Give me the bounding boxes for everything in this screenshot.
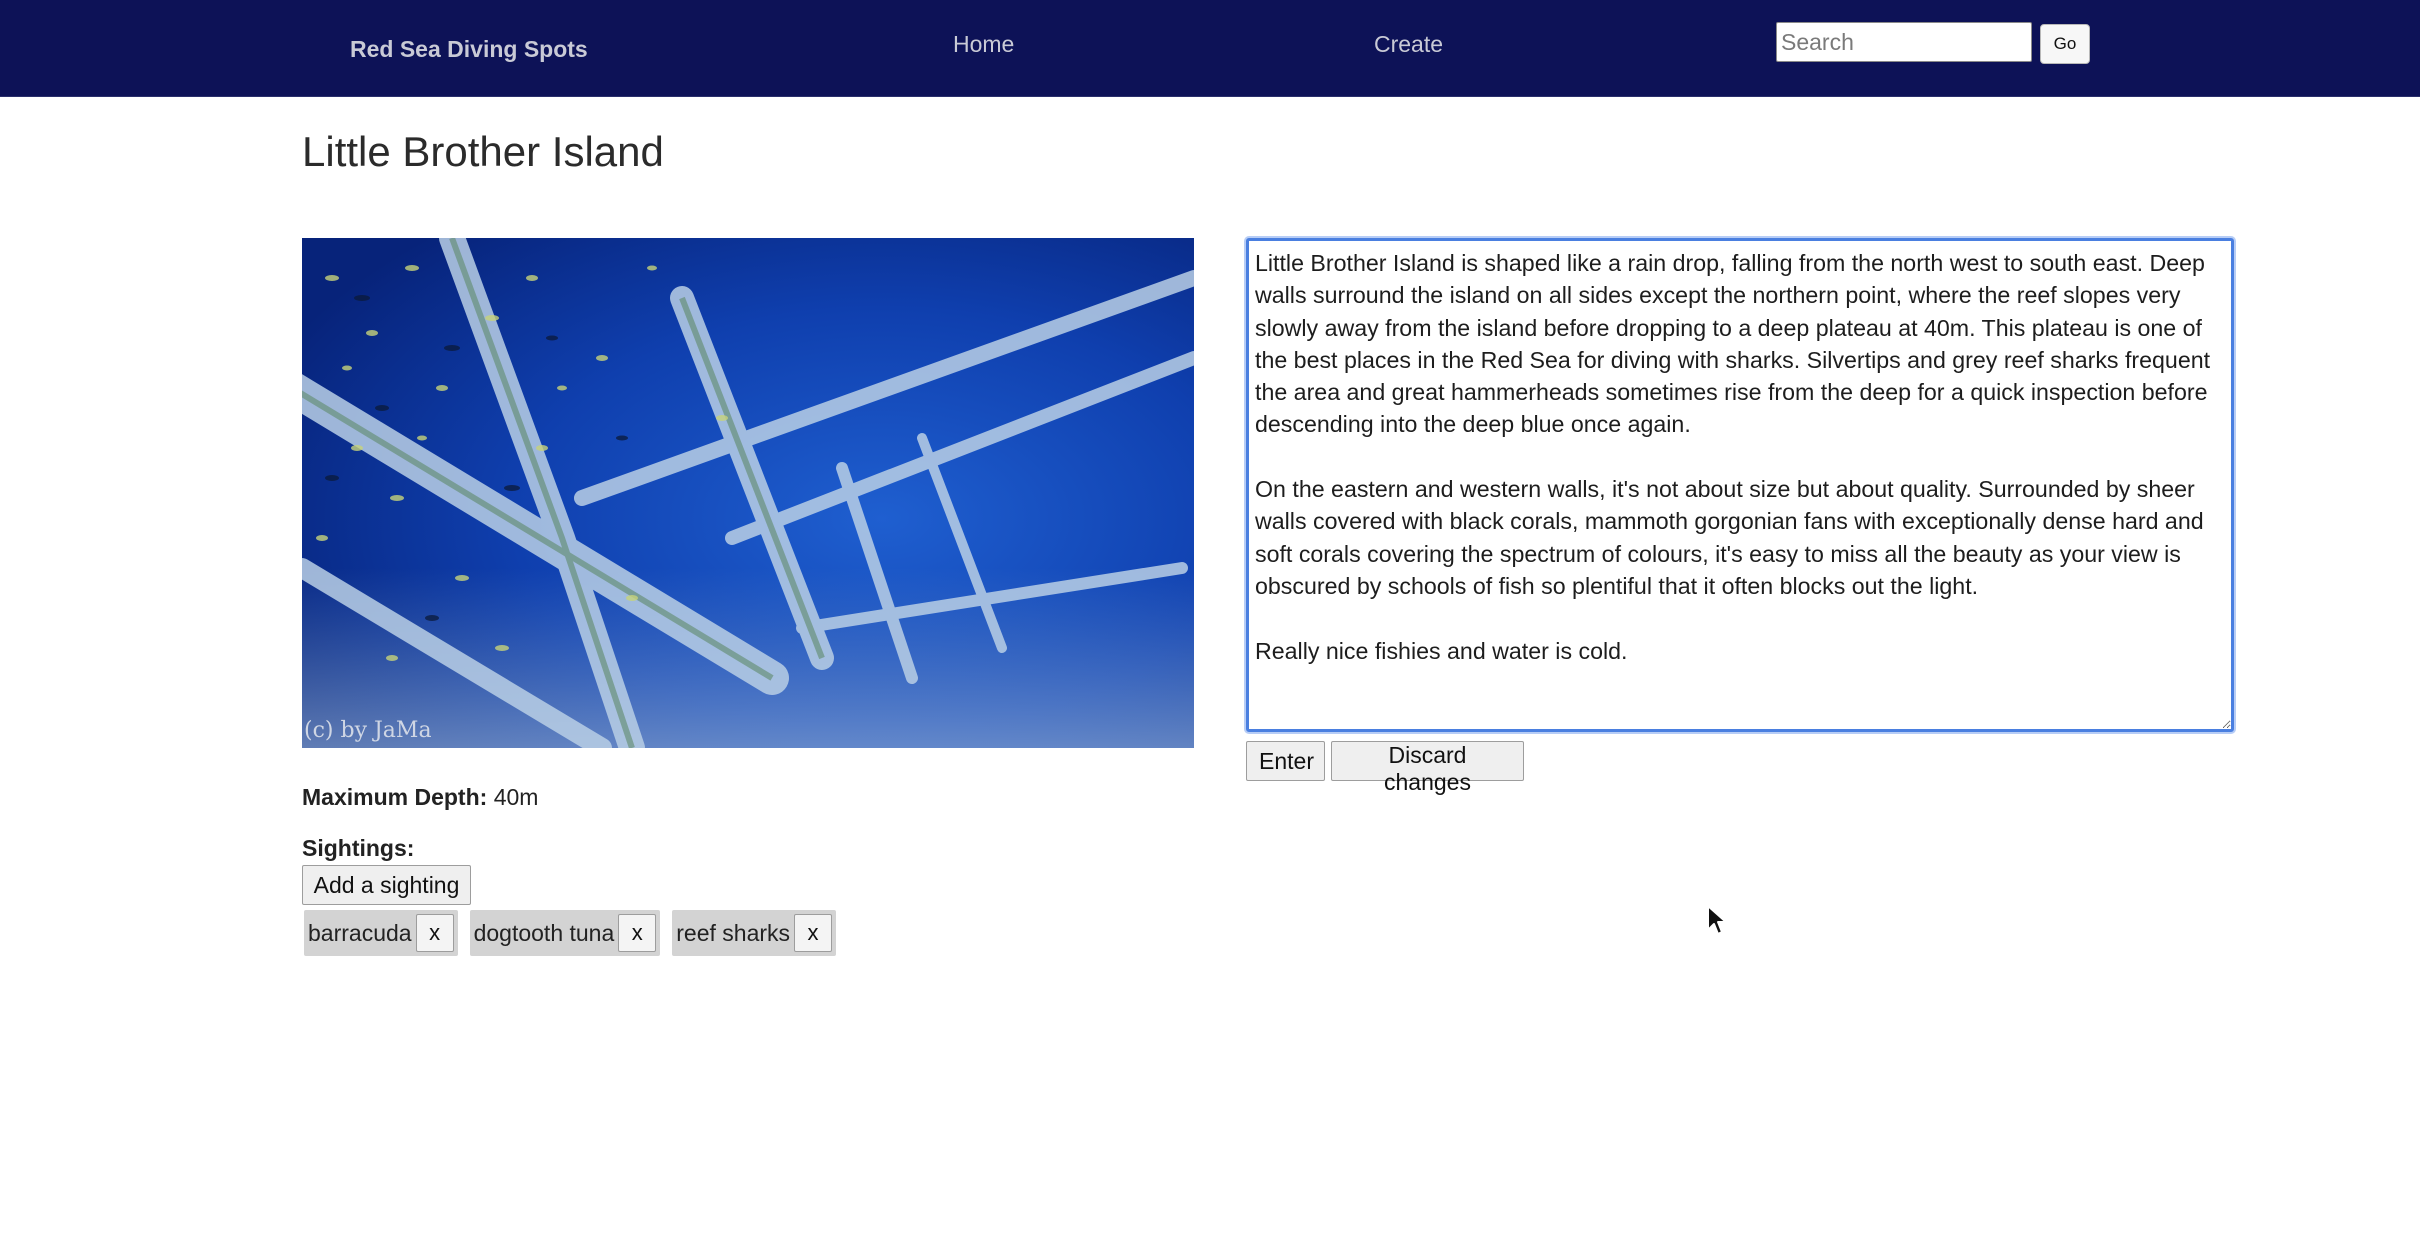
sighting-tag: dogtooth tuna x	[469, 910, 661, 956]
page-title: Little Brother Island	[302, 128, 664, 175]
enter-button[interactable]: Enter	[1246, 741, 1325, 781]
dive-site-photo	[302, 238, 1194, 748]
sighting-tag: reef sharks x	[672, 910, 837, 956]
go-button[interactable]: Go	[2040, 24, 2090, 64]
add-sighting-button[interactable]: Add a sighting	[302, 865, 471, 905]
description-textarea[interactable]: Little Brother Island is shaped like a r…	[1246, 238, 2234, 732]
remove-sighting-button[interactable]: x	[415, 914, 454, 952]
brand-title[interactable]: Red Sea Diving Spots	[350, 36, 588, 63]
sighting-name: dogtooth tuna	[473, 919, 615, 946]
nav-create-link[interactable]: Create	[1374, 31, 1443, 58]
top-navbar: Red Sea Diving Spots Home Create Go	[0, 0, 2420, 97]
nav-home-link[interactable]: Home	[953, 31, 1014, 58]
sighting-name: reef sharks	[676, 919, 791, 946]
discard-changes-button[interactable]: Discard changes	[1331, 741, 1524, 795]
sighting-tag: barracuda x	[304, 910, 458, 956]
max-depth-label: Maximum Depth:	[302, 784, 488, 810]
max-depth-value: 40m	[493, 784, 539, 810]
sightings-list: barracuda x dogtooth tuna x reef sharks …	[304, 910, 837, 956]
remove-sighting-button[interactable]: x	[618, 914, 657, 952]
mouse-pointer-icon	[1706, 904, 1728, 941]
photo-credit-watermark: (c) by JaMa	[304, 718, 432, 743]
sightings-heading: Sightings:	[302, 835, 415, 861]
search-input[interactable]	[1776, 22, 2032, 62]
remove-sighting-button[interactable]: x	[794, 914, 833, 952]
sighting-name: barracuda	[308, 919, 412, 946]
max-depth-line: Maximum Depth: 40m	[302, 784, 538, 811]
